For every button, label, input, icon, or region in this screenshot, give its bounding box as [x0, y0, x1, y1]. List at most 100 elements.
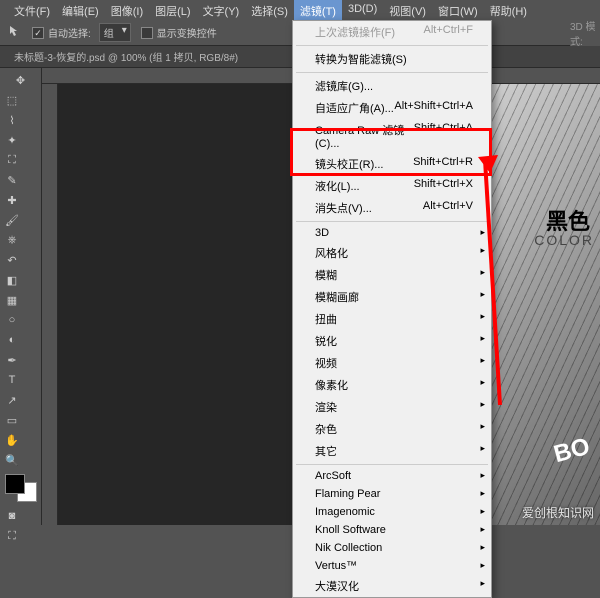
foreground-color[interactable]	[5, 474, 25, 494]
brush-tool[interactable]: 🖌	[3, 211, 21, 229]
transform-label: 显示变换控件	[157, 25, 217, 40]
menu-help[interactable]: 帮助(H)	[484, 0, 533, 20]
menu-camera-raw[interactable]: Camera Raw 滤镜(C)... Shift+Ctrl+A	[293, 119, 491, 153]
menu-distort[interactable]: 扭曲	[293, 308, 491, 330]
menu-view[interactable]: 视图(V)	[383, 0, 432, 20]
screenmode-tool[interactable]: ⛶	[3, 527, 21, 545]
history-tool[interactable]: ↶	[3, 251, 21, 269]
menu-adaptive-wide[interactable]: 自适应广角(A)... Alt+Shift+Ctrl+A	[293, 97, 491, 119]
filter-dropdown-menu: 上次滤镜操作(F) Alt+Ctrl+F 转换为智能滤镜(S) 滤镜库(G)..…	[292, 20, 492, 598]
menu-image[interactable]: 图像(I)	[105, 0, 149, 20]
menu-nik[interactable]: Nik Collection	[293, 539, 491, 557]
menu-window[interactable]: 窗口(W)	[432, 0, 484, 20]
menu-label: 镜头校正(R)...	[315, 156, 383, 172]
menu-label: Camera Raw 滤镜(C)...	[315, 122, 414, 150]
quickmask-tool[interactable]: ◙	[3, 507, 21, 525]
menu-other[interactable]: 其它	[293, 440, 491, 462]
menu-noise[interactable]: 杂色	[293, 418, 491, 440]
menu-file[interactable]: 文件(F)	[8, 0, 56, 20]
move-tool[interactable]: ✥	[3, 71, 38, 89]
move-tool-icon	[8, 24, 26, 42]
menu-shortcut: Alt+Ctrl+F	[423, 24, 473, 40]
menu-label: 液化(L)...	[315, 178, 360, 194]
menu-separator	[296, 45, 488, 46]
dodge-tool[interactable]: ◐	[3, 331, 21, 349]
toolbox: ✥ ⬚ ⌇ ✦ ⛶ ✎ ✚ 🖌 ⎈ ↶ ◧ ▦ ○ ◐ ✒ T ↗ ▭ ✋ 🔍 …	[0, 68, 42, 525]
menu-label: 自适应广角(A)...	[315, 100, 394, 116]
text-tool[interactable]: T	[3, 371, 21, 389]
menu-blur[interactable]: 模糊	[293, 264, 491, 286]
menu-filter[interactable]: 滤镜(T)	[294, 0, 342, 20]
menu-label: Imagenomic	[315, 506, 375, 518]
menu-filter-gallery[interactable]: 滤镜库(G)...	[293, 75, 491, 97]
menu-edit[interactable]: 编辑(E)	[56, 0, 105, 20]
menu-shortcut: Shift+Ctrl+X	[414, 178, 473, 194]
menu-label: 风格化	[315, 245, 348, 261]
menu-pixelate[interactable]: 像素化	[293, 374, 491, 396]
menu-separator	[296, 72, 488, 73]
menu-type[interactable]: 文字(Y)	[197, 0, 246, 20]
group-layer-dropdown[interactable]: 组	[99, 23, 131, 42]
menu-shortcut: Alt+Ctrl+V	[423, 200, 473, 216]
menu-vertus[interactable]: Vertus™	[293, 557, 491, 575]
auto-select-checkbox[interactable]	[32, 27, 44, 39]
color-swatch[interactable]	[5, 474, 37, 502]
menu-shortcut: Alt+Shift+Ctrl+A	[394, 100, 473, 116]
menu-select[interactable]: 选择(S)	[245, 0, 294, 20]
menu-label: Knoll Software	[315, 524, 386, 536]
eyedropper-tool[interactable]: ✎	[3, 171, 21, 189]
menu-label: 扭曲	[315, 311, 337, 327]
mode-3d-label: 3D 模式:	[570, 18, 600, 48]
menu-label: 像素化	[315, 377, 348, 393]
menu-video[interactable]: 视频	[293, 352, 491, 374]
menu-shortcut: Shift+Ctrl+A	[414, 122, 473, 150]
ruler-vertical	[42, 84, 58, 525]
menu-sharpen[interactable]: 锐化	[293, 330, 491, 352]
right-dock: 3D 模式:	[570, 20, 600, 46]
hand-tool[interactable]: ✋	[3, 431, 21, 449]
menu-smart-filter[interactable]: 转换为智能滤镜(S)	[293, 48, 491, 70]
lasso-tool[interactable]: ⌇	[3, 111, 21, 129]
menu-lens-correction[interactable]: 镜头校正(R)... Shift+Ctrl+R	[293, 153, 491, 175]
menu-blur-gallery[interactable]: 模糊画廊	[293, 286, 491, 308]
blur-tool[interactable]: ○	[3, 311, 21, 329]
menu-render[interactable]: 渲染	[293, 396, 491, 418]
pen-tool[interactable]: ✒	[3, 351, 21, 369]
menu-3d-sub[interactable]: 3D	[293, 224, 491, 242]
path-tool[interactable]: ↗	[3, 391, 21, 409]
menu-flaming-pear[interactable]: Flaming Pear	[293, 485, 491, 503]
menu-shortcut: Shift+Ctrl+R	[413, 156, 473, 172]
transform-checkbox[interactable]	[141, 27, 153, 39]
canvas-image: 黑色 COLOR BO	[480, 84, 600, 525]
menu-3d[interactable]: 3D(D)	[342, 0, 383, 20]
menu-arcsoft[interactable]: ArcSoft	[293, 467, 491, 485]
marquee-tool[interactable]: ⬚	[3, 91, 21, 109]
heal-tool[interactable]: ✚	[3, 191, 21, 209]
menu-label: 上次滤镜操作(F)	[315, 24, 395, 40]
wand-tool[interactable]: ✦	[3, 131, 21, 149]
zoom-tool[interactable]: 🔍	[3, 451, 21, 469]
menu-label: Flaming Pear	[315, 488, 380, 500]
menu-label: 杂色	[315, 421, 337, 437]
eraser-tool[interactable]: ◧	[3, 271, 21, 289]
menu-vanishing-point[interactable]: 消失点(V)... Alt+Ctrl+V	[293, 197, 491, 219]
menu-label: 滤镜库(G)...	[315, 78, 373, 94]
menu-stylize[interactable]: 风格化	[293, 242, 491, 264]
shape-tool[interactable]: ▭	[3, 411, 21, 429]
document-tab[interactable]: 未标题-3-恢复的.psd @ 100% (组 1 拷贝, RGB/8#)	[6, 45, 246, 68]
menu-label: ArcSoft	[315, 470, 351, 482]
gradient-tool[interactable]: ▦	[3, 291, 21, 309]
stamp-tool[interactable]: ⎈	[3, 231, 21, 249]
menu-label: 模糊	[315, 267, 337, 283]
menu-knoll[interactable]: Knoll Software	[293, 521, 491, 539]
menu-layer[interactable]: 图层(L)	[149, 0, 196, 20]
menu-label: Vertus™	[315, 560, 357, 572]
crop-tool[interactable]: ⛶	[3, 151, 21, 169]
auto-select-label: 自动选择:	[48, 25, 91, 40]
menu-label: 视频	[315, 355, 337, 371]
menu-liquify[interactable]: 液化(L)... Shift+Ctrl+X	[293, 175, 491, 197]
menubar: 文件(F) 编辑(E) 图像(I) 图层(L) 文字(Y) 选择(S) 滤镜(T…	[0, 0, 600, 20]
menu-imagenomic[interactable]: Imagenomic	[293, 503, 491, 521]
menu-label: 3D	[315, 227, 329, 239]
menu-damo[interactable]: 大漠汉化	[293, 575, 491, 597]
